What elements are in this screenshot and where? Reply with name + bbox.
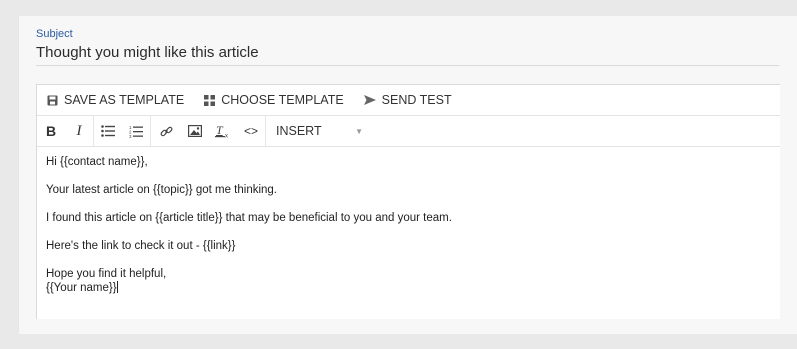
email-body-editor[interactable]: Hi {{contact name}}, Your latest article…	[37, 147, 780, 295]
send-test-label: SEND TEST	[381, 93, 452, 107]
link-button[interactable]	[151, 116, 181, 146]
body-line: Your latest article on {{topic}} got me …	[46, 184, 278, 196]
body-signature: {{Your name}}	[46, 282, 117, 294]
svg-text:T: T	[216, 124, 224, 137]
link-icon	[160, 126, 172, 136]
save-icon	[47, 95, 58, 105]
image-icon	[188, 125, 202, 137]
body-line: Here's the link to check it out - {{link…	[46, 240, 236, 252]
clear-format-icon: T x	[215, 124, 228, 139]
italic-icon: I	[76, 122, 82, 139]
bulleted-list-button[interactable]	[94, 116, 122, 146]
text-cursor	[116, 281, 118, 293]
body-closing: Hope you find it helpful,	[46, 268, 167, 280]
svg-text:x: x	[225, 134, 228, 139]
subject-label: Subject	[36, 28, 73, 40]
code-icon: <>	[243, 124, 258, 138]
body-greeting: Hi {{contact name}},	[46, 156, 148, 168]
formatting-toolbar: B I 1 2 3 T x <> INSERT ▼	[37, 116, 780, 147]
bold-button[interactable]: B	[37, 116, 65, 146]
send-icon	[363, 95, 376, 105]
choose-template-label: CHOOSE TEMPLATE	[221, 93, 344, 107]
bulleted-list-icon	[101, 125, 115, 137]
insert-label: INSERT	[276, 124, 322, 138]
clear-format-button[interactable]: T x	[209, 116, 237, 146]
save-as-template-button[interactable]: SAVE AS TEMPLATE	[47, 93, 184, 107]
code-view-button[interactable]: <>	[237, 116, 265, 146]
send-test-button[interactable]: SEND TEST	[363, 93, 452, 107]
bold-icon: B	[45, 123, 57, 139]
subject-divider	[36, 65, 779, 66]
email-editor: SAVE AS TEMPLATE CHOOSE TEMPLATE SEND TE…	[36, 84, 780, 319]
choose-template-button[interactable]: CHOOSE TEMPLATE	[204, 93, 344, 107]
template-toolbar: SAVE AS TEMPLATE CHOOSE TEMPLATE SEND TE…	[37, 85, 780, 116]
svg-text:3: 3	[129, 134, 132, 138]
save-as-template-label: SAVE AS TEMPLATE	[64, 93, 185, 107]
body-line: I found this article on {{article title}…	[46, 212, 452, 224]
body-signature-row: {{Your name}}	[46, 281, 780, 295]
numbered-list-icon: 1 2 3	[129, 125, 143, 138]
dropdown-arrow-icon: ▼	[355, 126, 363, 136]
grid-icon	[204, 94, 216, 106]
italic-button[interactable]: I	[65, 116, 93, 146]
insert-dropdown[interactable]: INSERT ▼	[266, 116, 371, 146]
numbered-list-button[interactable]: 1 2 3	[122, 116, 150, 146]
image-button[interactable]	[181, 116, 209, 146]
subject-field[interactable]: Thought you might like this article	[36, 44, 259, 61]
